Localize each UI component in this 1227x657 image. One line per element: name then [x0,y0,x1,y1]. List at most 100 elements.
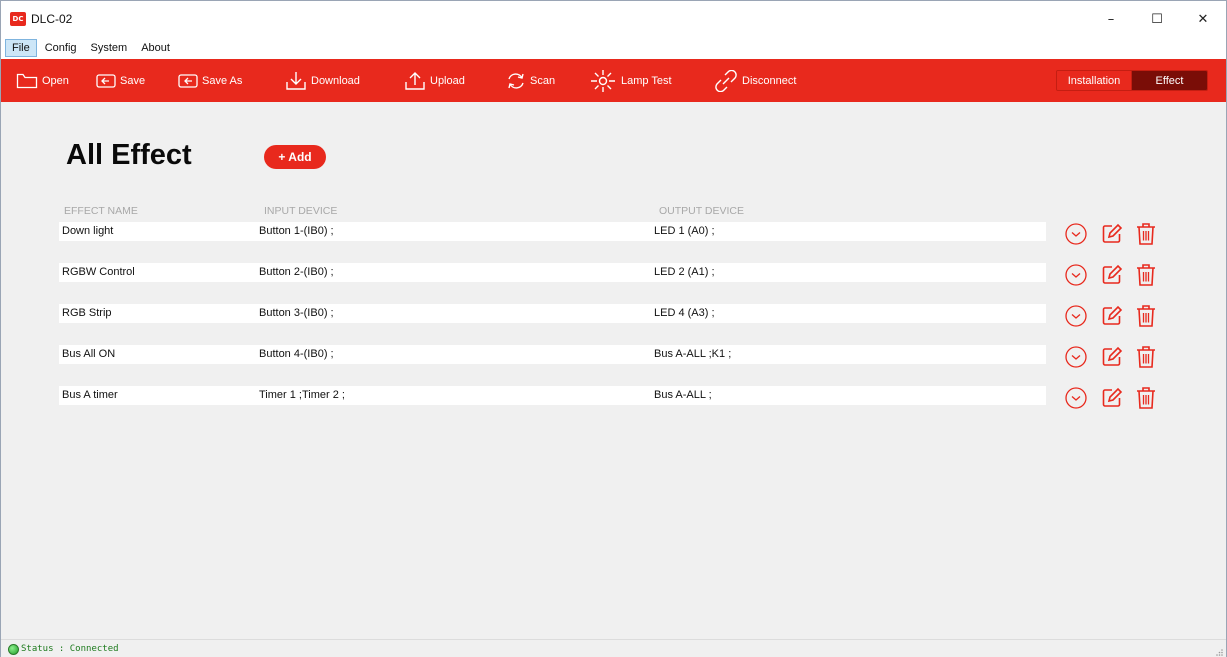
edit-button[interactable] [1101,264,1123,286]
edit-icon [1102,346,1123,366]
disconnect-button[interactable]: Disconnect [714,59,796,102]
save-icon [96,73,116,88]
upload-icon [405,71,425,90]
expand-button[interactable] [1064,222,1088,246]
output-device-cell: LED 2 (A1) ; [654,266,715,278]
app-window: DC DLC-02 – ☐ ✕ File Config System About… [0,0,1227,657]
window-controls: – ☐ ✕ [1088,1,1226,37]
column-header-effect-name: EFFECT NAME [64,205,138,217]
upload-label: Upload [430,74,465,87]
save-button[interactable]: Save [96,59,145,102]
download-button[interactable]: Download [285,59,360,102]
table-row[interactable]: Bus A timer Timer 1 ;Timer 2 ; Bus A-ALL… [59,386,1046,405]
trash-icon [1137,387,1155,409]
connected-status-icon [8,643,19,655]
expand-button[interactable] [1064,304,1088,328]
chevron-down-circle-icon [1065,346,1087,368]
input-device-cell: Button 1-(IB0) ; [259,225,334,237]
scan-label: Scan [530,74,556,87]
status-bar: Status : Connected [1,639,1226,657]
upload-button[interactable]: Upload [404,59,465,102]
toolbar: Open Save Save As Download Upload Scan L… [1,59,1226,102]
app-logo-icon: DC [10,12,26,26]
status-text: Status : Connected [21,644,119,654]
add-effect-button[interactable]: + Add [264,145,326,169]
expand-button[interactable] [1064,386,1088,410]
installation-tab[interactable]: Installation [1057,71,1132,90]
menu-bar: File Config System About [1,37,1226,59]
edit-button[interactable] [1101,223,1123,245]
expand-button[interactable] [1064,345,1088,369]
trash-icon [1137,346,1155,368]
lamp-test-label: Lamp Test [621,74,672,87]
chevron-down-circle-icon [1065,223,1087,245]
folder-icon [16,73,38,88]
chevron-down-circle-icon [1065,264,1087,286]
open-button[interactable]: Open [16,59,69,102]
input-device-cell: Button 4-(IB0) ; [259,348,334,360]
chevron-down-circle-icon [1065,387,1087,409]
table-row[interactable]: RGB Strip Button 3-(IB0) ; LED 4 (A3) ; [59,304,1046,323]
output-device-cell: Bus A-ALL ; [654,389,712,401]
column-header-output-device: OUTPUT DEVICE [659,205,744,217]
effect-tab[interactable]: Effect [1132,71,1207,90]
menu-file[interactable]: File [5,39,37,57]
edit-icon [1102,264,1123,284]
mode-toggle: Installation Effect [1056,70,1208,91]
download-icon [286,71,306,90]
column-header-input-device: INPUT DEVICE [264,205,338,217]
row-actions [1064,386,1157,410]
chevron-down-circle-icon [1065,305,1087,327]
save-label: Save [120,74,146,87]
edit-icon [1102,223,1123,243]
effect-name-cell: Bus All ON [62,348,116,360]
effect-name-cell: Down light [62,225,114,237]
menu-system[interactable]: System [85,40,134,56]
trash-icon [1137,305,1155,327]
row-actions [1064,263,1157,287]
delete-button[interactable] [1135,345,1157,369]
delete-button[interactable] [1135,263,1157,287]
table-row[interactable]: Down light Button 1-(IB0) ; LED 1 (A0) ; [59,222,1046,241]
lamp-icon [591,69,615,92]
row-actions [1064,345,1157,369]
effect-name-cell: Bus A timer [62,389,118,401]
close-button[interactable]: ✕ [1180,1,1226,37]
maximize-button[interactable]: ☐ [1134,1,1180,37]
output-device-cell: Bus A-ALL ;K1 ; [654,348,732,360]
input-device-cell: Button 2-(IB0) ; [259,266,334,278]
refresh-icon [508,72,524,89]
save-as-button[interactable]: Save As [178,59,242,102]
table-row[interactable]: Bus All ON Button 4-(IB0) ; Bus A-ALL ;K… [59,345,1046,364]
row-actions [1064,304,1157,328]
window-title: DLC-02 [31,12,73,26]
save-as-label: Save As [202,74,243,87]
menu-about[interactable]: About [135,40,176,56]
menu-config[interactable]: Config [39,40,83,56]
trash-icon [1137,223,1155,245]
trash-icon [1137,264,1155,286]
edit-icon [1102,305,1123,325]
edit-icon [1102,387,1123,407]
disconnect-label: Disconnect [742,74,797,87]
table-row[interactable]: RGBW Control Button 2-(IB0) ; LED 2 (A1)… [59,263,1046,282]
delete-button[interactable] [1135,304,1157,328]
minimize-button[interactable]: – [1088,1,1134,37]
download-label: Download [311,74,360,87]
delete-button[interactable] [1135,222,1157,246]
scan-button[interactable]: Scan [506,59,555,102]
edit-button[interactable] [1101,346,1123,368]
delete-button[interactable] [1135,386,1157,410]
lamp-test-button[interactable]: Lamp Test [589,59,672,102]
page-title: All Effect [66,139,192,171]
output-device-cell: LED 4 (A3) ; [654,307,715,319]
edit-button[interactable] [1101,387,1123,409]
effect-name-cell: RGB Strip [62,307,112,319]
link-icon [715,69,737,92]
expand-button[interactable] [1064,263,1088,287]
edit-button[interactable] [1101,305,1123,327]
row-actions [1064,222,1157,246]
input-device-cell: Timer 1 ;Timer 2 ; [259,389,345,401]
effect-name-cell: RGBW Control [62,266,135,278]
resize-grip-icon[interactable] [1215,648,1223,656]
